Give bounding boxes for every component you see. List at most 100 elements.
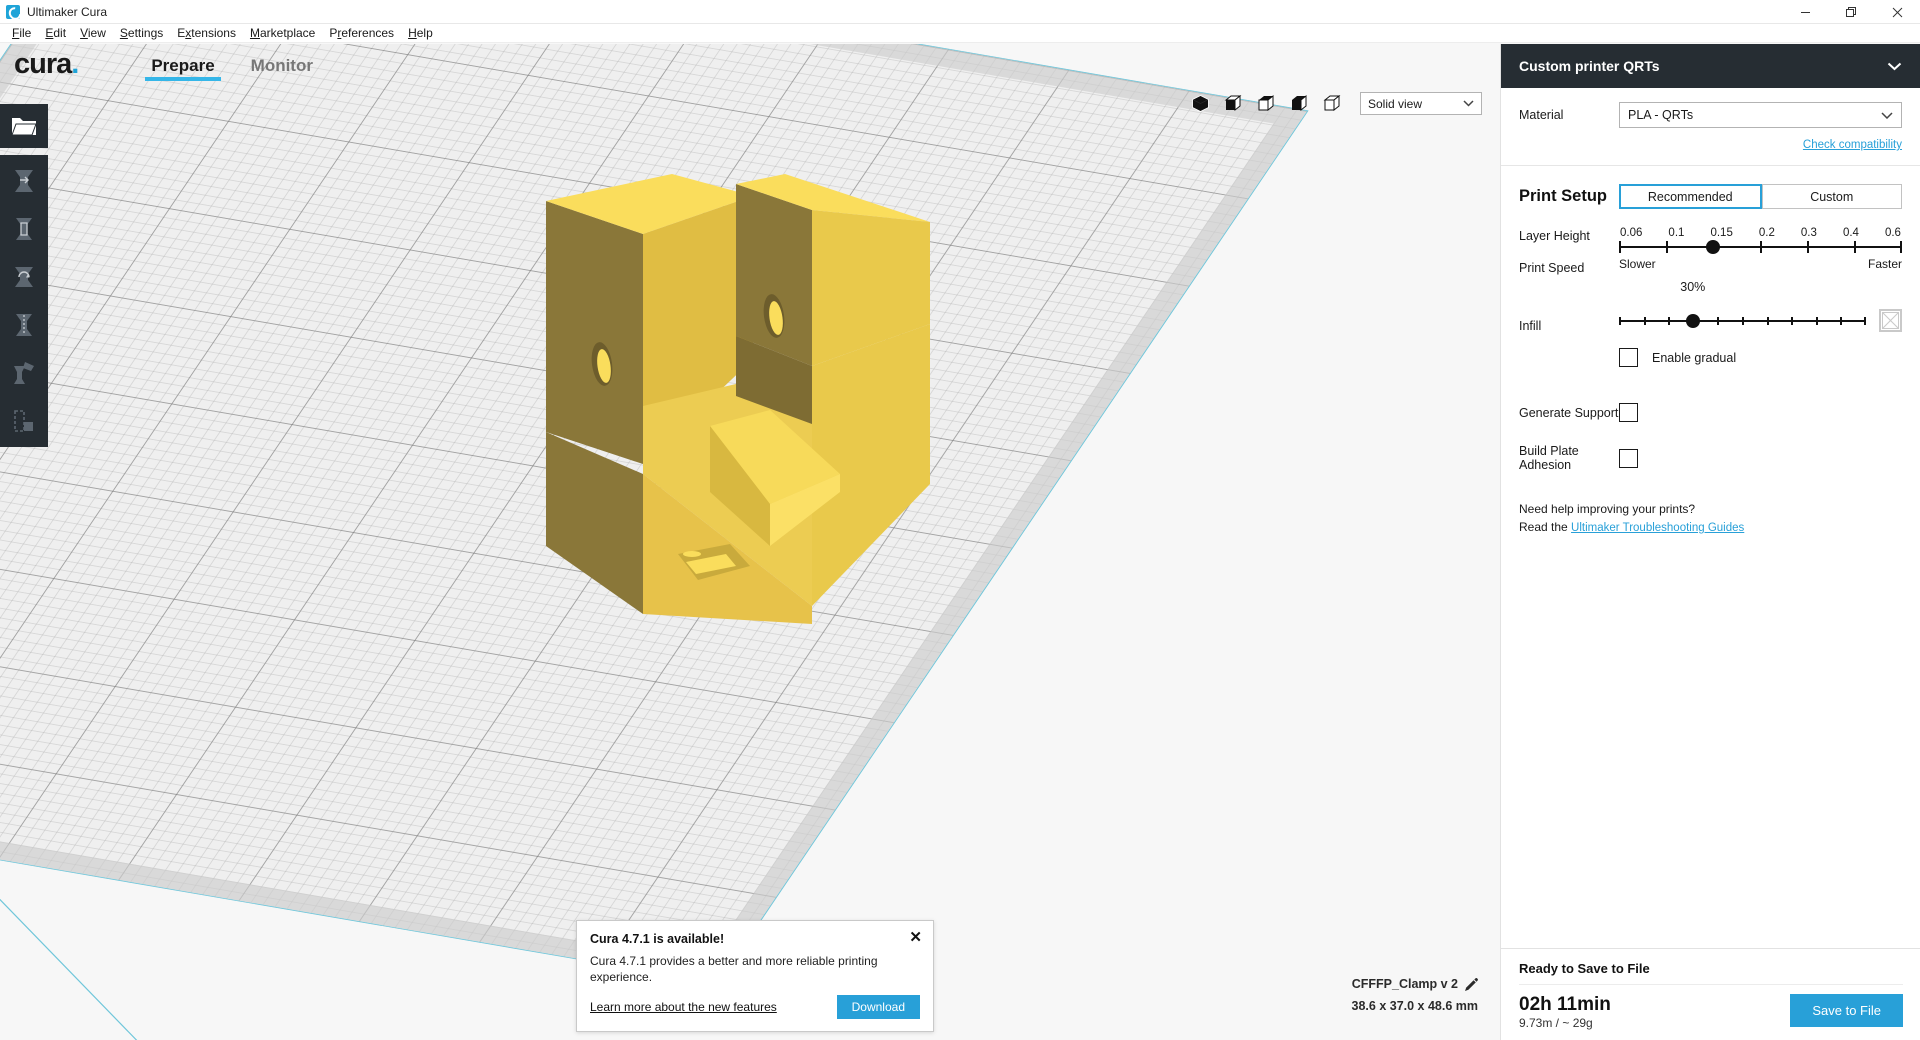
menu-extensions[interactable]: Extensions xyxy=(170,24,243,43)
print-speed-min-label: Slower xyxy=(1619,257,1656,271)
per-model-settings-icon[interactable] xyxy=(0,349,48,397)
printer-header[interactable]: Custom printer QRTs xyxy=(1501,44,1920,88)
scale-tool-icon[interactable] xyxy=(0,205,48,253)
cura-logo-icon xyxy=(6,4,20,19)
infill-slider[interactable] xyxy=(1619,314,1866,328)
tool-group xyxy=(0,155,48,447)
tab-monitor[interactable]: Monitor xyxy=(233,44,331,88)
menu-preferences[interactable]: Preferences xyxy=(322,24,401,43)
infill-handle[interactable] xyxy=(1685,314,1700,328)
pencil-icon[interactable] xyxy=(1464,978,1478,992)
material-label: Material xyxy=(1519,108,1564,122)
infill-control: 30% xyxy=(1619,280,1902,332)
close-icon[interactable]: ✕ xyxy=(909,930,922,945)
help-line-2: Read the Ultimaker Troubleshooting Guide… xyxy=(1519,518,1902,537)
slider-tick xyxy=(1759,241,1762,253)
view-left-icon[interactable] xyxy=(1288,93,1310,115)
compatibility-row: Check compatibility xyxy=(1519,135,1902,153)
window-title: Ultimaker Cura xyxy=(27,4,108,19)
view-right-icon[interactable] xyxy=(1321,93,1343,115)
open-file-icon[interactable] xyxy=(0,104,48,148)
maximize-restore-button[interactable] xyxy=(1828,0,1874,24)
enable-gradual-label: Enable gradual xyxy=(1652,350,1737,365)
material-usage: 9.73m / ~ 29g xyxy=(1519,1016,1593,1030)
tick-3: 0.2 xyxy=(1758,227,1775,239)
enable-gradual-checkbox[interactable] xyxy=(1619,348,1638,367)
menu-help[interactable]: Help xyxy=(401,24,440,43)
move-tool-icon[interactable] xyxy=(0,157,48,205)
close-button[interactable] xyxy=(1874,0,1920,24)
view-mode-select[interactable]: Solid view xyxy=(1360,92,1482,115)
tick-5: 0.4 xyxy=(1842,227,1859,239)
mode-custom-button[interactable]: Custom xyxy=(1761,184,1902,209)
print-speed-max-label: Faster xyxy=(1867,257,1902,271)
learn-more-link[interactable]: Learn more about the new features xyxy=(590,1000,777,1014)
build-plate-adhesion-checkbox[interactable] xyxy=(1619,448,1638,468)
slider-tick xyxy=(1766,317,1769,325)
left-toolbar xyxy=(0,104,48,447)
model-info: CFFFP_Clamp v 2 38.6 x 37.0 x 48.6 mm xyxy=(1352,974,1478,1018)
slider-tick xyxy=(1900,241,1903,253)
footer-row: 02h 11min 9.73m / ~ 29g Save to File xyxy=(1519,994,1903,1030)
tick-0: 0.06 xyxy=(1620,227,1643,239)
infill-value: 30% xyxy=(1680,280,1706,294)
print-speed-label: Print Speed xyxy=(1519,261,1585,275)
notification-title: Cura 4.7.1 is available! xyxy=(590,931,725,946)
support-blocker-icon[interactable] xyxy=(0,397,48,445)
check-compatibility-link[interactable]: Check compatibility xyxy=(1803,139,1902,151)
3d-viewport[interactable]: cura. Prepare Monitor Solid view CFFFP_C… xyxy=(0,44,1500,1040)
layer-height-ticks: 0.06 0.1 0.15 0.2 0.3 0.4 0.6 xyxy=(1619,227,1902,239)
menu-settings[interactable]: Settings xyxy=(113,24,170,43)
tick-2: 0.15 xyxy=(1710,227,1733,239)
print-time: 02h 11min xyxy=(1519,994,1611,1016)
slider-tick xyxy=(1619,317,1621,325)
menu-file[interactable]: File xyxy=(5,24,38,43)
menu-view[interactable]: View xyxy=(73,24,113,43)
tick-4: 0.3 xyxy=(1800,227,1817,239)
slider-tick xyxy=(1815,317,1818,325)
mirror-tool-icon[interactable] xyxy=(0,301,48,349)
tab-prepare[interactable]: Prepare xyxy=(133,44,232,88)
stage-tabs: Prepare Monitor xyxy=(133,44,331,88)
slider-tick xyxy=(1619,241,1621,253)
troubleshooting-guides-link[interactable]: Ultimaker Troubleshooting Guides xyxy=(1571,522,1744,534)
right-sidebar: Custom printer QRTs Material PLA - QRTs … xyxy=(1500,44,1920,1040)
model-mesh[interactable] xyxy=(540,174,970,634)
slider-tick xyxy=(1863,317,1866,325)
rotate-tool-icon[interactable] xyxy=(0,253,48,301)
view-mode-value: Solid view xyxy=(1368,96,1423,111)
view-top-icon[interactable] xyxy=(1255,93,1277,115)
print-setup-section: Print Setup Recommended Custom Layer Hei… xyxy=(1501,166,1920,550)
main-area: cura. Prepare Monitor Solid view CFFFP_C… xyxy=(0,44,1920,1040)
mode-recommended-button[interactable]: Recommended xyxy=(1619,184,1762,209)
generate-support-label: Generate Support xyxy=(1519,405,1619,420)
layer-height-control: 0.06 0.1 0.15 0.2 0.3 0.4 0.6 Slower Fas… xyxy=(1619,227,1903,271)
view-3d-icon[interactable] xyxy=(1189,93,1211,115)
material-section: Material PLA - QRTs Check compatibility xyxy=(1501,88,1920,166)
gradual-infill-row: Enable gradual xyxy=(1619,348,1902,367)
layer-height-handle[interactable] xyxy=(1705,240,1720,254)
layer-height-slider[interactable] xyxy=(1619,240,1903,254)
generate-support-checkbox[interactable] xyxy=(1619,403,1638,422)
tick-1: 0.1 xyxy=(1668,227,1685,239)
slider-tick xyxy=(1643,317,1646,325)
generate-support-row: Generate Support xyxy=(1519,403,1902,422)
model-dimensions: 38.6 x 37.0 x 48.6 mm xyxy=(1351,999,1478,1014)
chevron-down-icon[interactable] xyxy=(1887,62,1902,71)
print-setup-header: Print Setup Recommended Custom xyxy=(1519,184,1902,209)
material-select[interactable]: PLA - QRTs xyxy=(1619,102,1902,128)
model-name-row[interactable]: CFFFP_Clamp v 2 xyxy=(1352,974,1478,996)
view-toolbar: Solid view xyxy=(1189,92,1482,115)
view-front-icon[interactable] xyxy=(1222,93,1244,115)
print-speed-labels: Slower Faster xyxy=(1619,257,1902,271)
slider-tick xyxy=(1717,317,1720,325)
download-button[interactable]: Download xyxy=(836,995,920,1019)
window-controls xyxy=(1782,0,1920,24)
infill-pattern-icon[interactable] xyxy=(1879,309,1902,332)
menu-marketplace[interactable]: Marketplace xyxy=(243,24,322,43)
menu-edit[interactable]: Edit xyxy=(38,24,73,43)
minimize-button[interactable] xyxy=(1782,0,1828,24)
update-notification: ✕ Cura 4.7.1 is available! Cura 4.7.1 pr… xyxy=(576,919,934,1032)
help-box: Need help improving your prints? Read th… xyxy=(1519,500,1902,537)
save-to-file-button[interactable]: Save to File xyxy=(1790,994,1903,1027)
